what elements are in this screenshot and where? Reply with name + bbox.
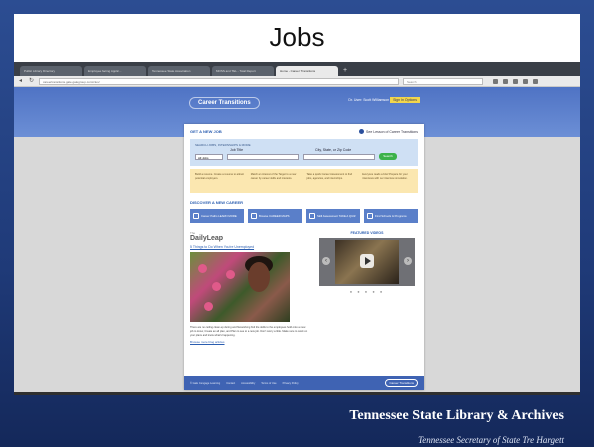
footer-logo[interactable]: Career Transitions — [385, 379, 418, 387]
footer-link[interactable]: Accessibility — [241, 382, 255, 385]
browser-tab[interactable]: Tennessee State Association — [148, 66, 210, 76]
browser-tab[interactable]: Public Library Directory — [20, 66, 82, 76]
bookmark-icon[interactable] — [493, 78, 498, 84]
carousel-next-icon[interactable]: › — [404, 257, 412, 265]
tip-item[interactable]: Everyone reads a brief Prepare for your … — [362, 173, 413, 189]
back-icon[interactable]: ◂ — [19, 78, 25, 84]
discover-buttons: Career Paths LEARN MORE Browse CAREER MA… — [184, 207, 424, 225]
job-title-input[interactable] — [227, 153, 299, 160]
address-bar[interactable]: careertransitions.gale.galegroup.com/ctu… — [39, 77, 399, 85]
browser-tab[interactable]: Employee facing Applic... — [84, 66, 146, 76]
job-search-panel: SEARCH JOBS, INTERNSHIPS & MORE Job Titl… — [190, 139, 418, 166]
flower-shape — [204, 302, 213, 311]
footer-link[interactable]: Privacy Policy — [283, 382, 299, 385]
more-articles-link[interactable]: Browse more blog articles — [190, 340, 308, 344]
sign-in-link[interactable]: Sign In Options — [390, 97, 420, 103]
web-page: Career Transitions Dr. User: Scott Willi… — [14, 87, 580, 392]
browser-tab[interactable]: MOSS and TEL - Total Report — [212, 66, 274, 76]
daily-leap-name: DailyLeap — [190, 235, 224, 242]
play-icon[interactable] — [360, 254, 374, 268]
tip-item[interactable]: Take a quick Career Assessment to find j… — [307, 173, 358, 189]
title-band: Jobs — [14, 14, 580, 62]
search-button[interactable]: Search — [379, 153, 397, 160]
quiz-icon — [309, 213, 315, 219]
browser-window: Public Library Directory Employee facing… — [14, 62, 580, 392]
footer-brand: Tennessee State Library & Archives — [349, 408, 564, 423]
slide-title: Jobs — [269, 22, 325, 52]
tip-item[interactable]: Match an interest of the Target to a new… — [251, 173, 302, 189]
map-icon — [251, 213, 257, 219]
slide: Jobs Public Library Directory Employee f… — [0, 0, 594, 447]
search-panel-title: SEARCH JOBS, INTERNSHIPS & MORE — [195, 143, 251, 147]
daily-leap-column: The DailyLeap 5 Things to Do When You're… — [190, 231, 308, 344]
download-icon[interactable] — [503, 78, 508, 84]
discover-heading: DISCOVER A NEW CAREER — [190, 200, 244, 205]
footer-link[interactable]: Terms of Use — [261, 382, 276, 385]
reload-icon[interactable]: ↻ — [29, 78, 35, 84]
article-title-link[interactable]: 5 Things to Do When You're Unemployed — [190, 245, 308, 249]
path-icon — [193, 213, 199, 219]
career-paths-button[interactable]: Career Paths LEARN MORE — [190, 209, 244, 223]
user-name: Dr. User: Scott Williamson — [348, 98, 390, 102]
info-icon — [359, 129, 365, 134]
footer-subtitle: Tennessee Secretary of State Tre Hargett — [418, 435, 564, 445]
job-title-label: Job Title — [230, 148, 244, 152]
tips-strip: Build a resume. Create a resume to attra… — [190, 169, 418, 193]
os-taskbar — [14, 392, 580, 395]
location-label: City, State, or Zip Code — [315, 148, 352, 152]
location-input[interactable] — [303, 153, 375, 160]
school-icon — [367, 213, 373, 219]
article-blurb: There are no ceiling clean-up during and… — [190, 326, 308, 337]
find-schools-button[interactable]: Find Schools & Programs — [364, 209, 418, 223]
info-link[interactable]: See Lesson of Career Transitions — [359, 129, 418, 134]
flower-shape — [226, 270, 235, 279]
info-link-label: See Lesson of Career Transitions — [366, 129, 418, 134]
site-logo[interactable]: Career Transitions — [189, 97, 260, 109]
portrait-face — [248, 262, 270, 292]
discover-label: Browse CAREER MAPS — [259, 214, 290, 218]
footer-link[interactable]: Contact — [226, 382, 235, 385]
flower-shape — [212, 282, 221, 291]
shield-icon[interactable] — [523, 78, 528, 84]
menu-icon[interactable] — [533, 78, 538, 84]
discover-label: Skill Assessment TAKE A QUIZ — [317, 214, 356, 218]
header-account: Dr. User: Scott Williamson Sign In Optio… — [348, 97, 420, 103]
main-card: GET A NEW JOB See Lesson of Career Trans… — [184, 124, 424, 390]
browser-toolbar: ◂ ↻ careertransitions.gale.galegroup.com… — [14, 76, 580, 87]
footer-link[interactable]: © Gale Cengage Learning — [190, 382, 220, 385]
skill-assessment-button[interactable]: Skill Assessment TAKE A QUIZ — [306, 209, 360, 223]
job-type-select[interactable]: All Jobs — [195, 153, 223, 160]
site-footer: © Gale Cengage Learning Contact Accessib… — [184, 376, 424, 390]
discover-label: Find Schools & Programs — [375, 214, 407, 218]
flower-shape — [198, 264, 207, 273]
home-icon[interactable] — [513, 78, 518, 84]
daily-leap-logo[interactable]: The DailyLeap — [190, 231, 308, 242]
toolbar-icons — [493, 78, 538, 84]
carousel-dots[interactable]: ● ● ● ● ● — [316, 289, 418, 294]
featured-videos-heading: FEATURED VIDEOS — [350, 231, 384, 235]
carousel-prev-icon[interactable]: ‹ — [322, 257, 330, 265]
new-tab-icon[interactable]: + — [340, 66, 350, 76]
featured-videos-column: FEATURED VIDEOS ‹ › ● ● ● ● ● — [316, 231, 418, 344]
career-maps-button[interactable]: Browse CAREER MAPS — [248, 209, 302, 223]
article-photo[interactable] — [190, 252, 290, 322]
video-carousel: ‹ › — [319, 238, 415, 286]
tip-item[interactable]: Build a resume. Create a resume to attra… — [195, 173, 246, 189]
discover-label: Career Paths LEARN MORE — [201, 214, 237, 218]
browser-tab-active[interactable]: Home - Career Transitions — [276, 66, 338, 76]
browser-tab-bar: Public Library Directory Employee facing… — [14, 62, 580, 76]
get-new-job-heading: GET A NEW JOB — [190, 129, 222, 134]
browser-search-input[interactable]: Search — [403, 77, 483, 85]
